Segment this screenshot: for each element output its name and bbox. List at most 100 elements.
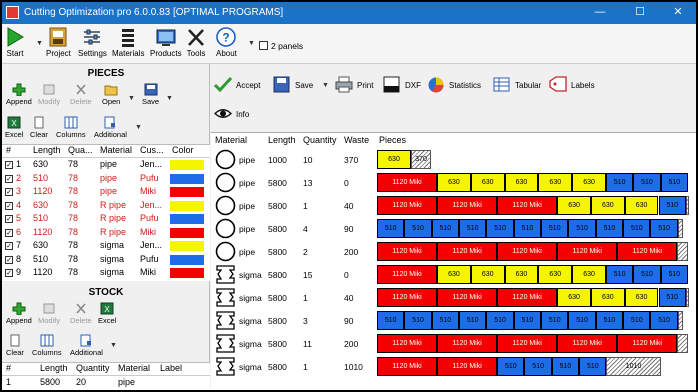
waste-segment[interactable] xyxy=(677,242,688,261)
table-row[interactable]: ✓ 3 1120 78 pipe Miki xyxy=(2,186,210,198)
piece-segment[interactable]: 1120 Miki xyxy=(497,242,558,261)
piece-segment[interactable]: 630 xyxy=(437,173,471,192)
save-dropdown-icon[interactable]: ▼ xyxy=(166,95,173,102)
stock-columns-button[interactable]: Columns xyxy=(32,334,62,357)
col-header[interactable]: Length xyxy=(40,363,68,373)
stock-excel-button[interactable]: X Excel xyxy=(98,302,116,325)
table-row[interactable]: ✓ 5 510 78 R pipe Pufu xyxy=(2,213,210,225)
stock-clear-button[interactable]: Clear xyxy=(6,334,24,357)
piece-segment[interactable]: 630 xyxy=(590,288,625,307)
piece-segment[interactable]: 1120 Miki xyxy=(377,196,438,215)
project-button[interactable]: Project xyxy=(46,26,71,58)
info-button[interactable]: Info xyxy=(214,105,264,123)
col-header[interactable]: Label xyxy=(160,363,182,373)
piece-segment[interactable]: 510 xyxy=(568,311,596,330)
piece-segment[interactable]: 630 xyxy=(470,265,505,284)
piece-segment[interactable]: 630 xyxy=(557,288,591,307)
piece-segment[interactable]: 510 xyxy=(660,173,688,192)
piece-segment[interactable]: 510 xyxy=(605,265,634,284)
piece-segment[interactable]: 510 xyxy=(404,219,432,238)
row-checkbox[interactable]: ✓ xyxy=(5,201,13,210)
close-button[interactable]: ✕ xyxy=(662,2,694,24)
piece-segment[interactable]: 510 xyxy=(595,311,624,330)
piece-segment[interactable]: 510 xyxy=(633,265,661,284)
col-header[interactable]: Length xyxy=(33,145,61,155)
col-header[interactable]: # xyxy=(6,363,11,373)
piece-segment[interactable]: 630 xyxy=(624,288,659,307)
about-button[interactable]: ? About xyxy=(216,26,237,58)
row-checkbox[interactable]: ✓ xyxy=(5,228,13,237)
piece-segment[interactable]: 1120 Miki xyxy=(437,242,498,261)
piece-segment[interactable]: 1120 Miki xyxy=(437,334,498,353)
table-row[interactable]: 1 5800 20 pipe xyxy=(2,377,210,389)
piece-segment[interactable]: 510 xyxy=(486,219,514,238)
about-dropdown-icon[interactable]: ▼ xyxy=(248,40,255,47)
piece-segment[interactable]: 1120 Miki xyxy=(497,334,558,353)
piece-segment[interactable]: 630 xyxy=(538,173,573,192)
piece-segment[interactable]: 1120 Miki xyxy=(377,288,438,307)
col-header[interactable]: Quantity xyxy=(76,363,110,373)
result-row[interactable]: pipe 1000 10 370 630 370 xyxy=(211,148,696,172)
row-checkbox[interactable]: ✓ xyxy=(5,269,13,277)
table-row[interactable]: ✓ 8 510 78 sigma Pufu xyxy=(2,254,210,266)
piece-segment[interactable]: 630 xyxy=(504,265,539,284)
piece-segment[interactable]: 1120 Miki xyxy=(497,288,558,307)
piece-segment[interactable]: 510 xyxy=(459,311,487,330)
result-row[interactable]: sigma 5800 1 1010 1120 Miki 1120 Miki 510 510 51… xyxy=(211,355,696,379)
minimize-button[interactable]: — xyxy=(584,2,616,24)
pieces-clear-button[interactable]: Clear xyxy=(30,116,48,139)
piece-segment[interactable]: 630 xyxy=(557,196,591,215)
pieces-open-button[interactable]: Open xyxy=(102,83,120,106)
col-header[interactable]: Qua... xyxy=(68,145,93,155)
piece-segment[interactable]: 510 xyxy=(486,311,514,330)
piece-segment[interactable]: 630 xyxy=(538,265,573,284)
waste-segment[interactable] xyxy=(685,288,689,307)
result-row[interactable]: pipe 5800 2 200 1120 Miki 1120 Miki 1120 Miki 1… xyxy=(211,240,696,264)
piece-segment[interactable]: 630 xyxy=(377,150,412,169)
piece-segment[interactable]: 630 xyxy=(504,173,539,192)
table-row[interactable]: ✓ 4 630 78 R pipe Jen... xyxy=(2,200,210,212)
table-row[interactable]: ✓ 6 1120 78 R pipe Miki xyxy=(2,227,210,239)
piece-segment[interactable]: 510 xyxy=(377,311,405,330)
settings-button[interactable]: Settings xyxy=(78,26,107,58)
piece-segment[interactable]: 630 xyxy=(470,173,505,192)
pieces-excel-button[interactable]: X Excel xyxy=(5,116,23,139)
piece-segment[interactable]: 1120 Miki xyxy=(557,334,618,353)
piece-segment[interactable]: 510 xyxy=(431,219,460,238)
piece-segment[interactable]: 630 xyxy=(624,196,659,215)
labels-button[interactable]: Labels xyxy=(549,76,599,94)
pieces-modify-button[interactable]: Modify xyxy=(38,83,60,106)
piece-segment[interactable]: 510 xyxy=(431,311,460,330)
piece-segment[interactable]: 510 xyxy=(658,196,686,215)
waste-segment[interactable] xyxy=(677,219,683,238)
waste-segment[interactable]: 1010 xyxy=(606,357,661,376)
additional-dropdown-icon[interactable]: ▼ xyxy=(135,124,142,131)
piece-segment[interactable]: 510 xyxy=(650,311,678,330)
stock-additional-button[interactable]: Additional xyxy=(70,334,103,357)
piece-segment[interactable]: 510 xyxy=(404,311,432,330)
tools-button[interactable]: Tools xyxy=(186,26,206,58)
pieces-delete-button[interactable]: Delete xyxy=(70,83,92,106)
row-checkbox[interactable]: ✓ xyxy=(5,174,13,183)
col-header[interactable]: Cus... xyxy=(140,145,164,155)
stock-delete-button[interactable]: Delete xyxy=(70,302,92,325)
piece-segment[interactable]: 1120 Miki xyxy=(557,242,618,261)
stock-modify-button[interactable]: Modify xyxy=(38,302,60,325)
materials-button[interactable]: Materials xyxy=(112,26,144,58)
piece-segment[interactable]: 510 xyxy=(524,357,552,376)
print-button[interactable]: Print xyxy=(335,76,375,94)
waste-segment[interactable] xyxy=(685,196,689,215)
pieces-save-button[interactable]: Save xyxy=(142,83,159,106)
pieces-append-button[interactable]: Append xyxy=(6,83,32,106)
piece-segment[interactable]: 510 xyxy=(541,219,569,238)
pieces-columns-button[interactable]: Columns xyxy=(56,116,86,139)
piece-segment[interactable]: 510 xyxy=(513,311,542,330)
piece-segment[interactable]: 1120 Miki xyxy=(377,173,438,192)
piece-segment[interactable]: 1120 Miki xyxy=(377,357,438,376)
statistics-button[interactable]: Statistics xyxy=(427,76,487,94)
row-checkbox[interactable]: ✓ xyxy=(5,242,13,250)
products-button[interactable]: Products xyxy=(150,26,182,58)
start-button[interactable]: Start xyxy=(5,26,25,58)
piece-segment[interactable]: 510 xyxy=(579,357,607,376)
start-dropdown-icon[interactable]: ▼ xyxy=(36,40,43,47)
